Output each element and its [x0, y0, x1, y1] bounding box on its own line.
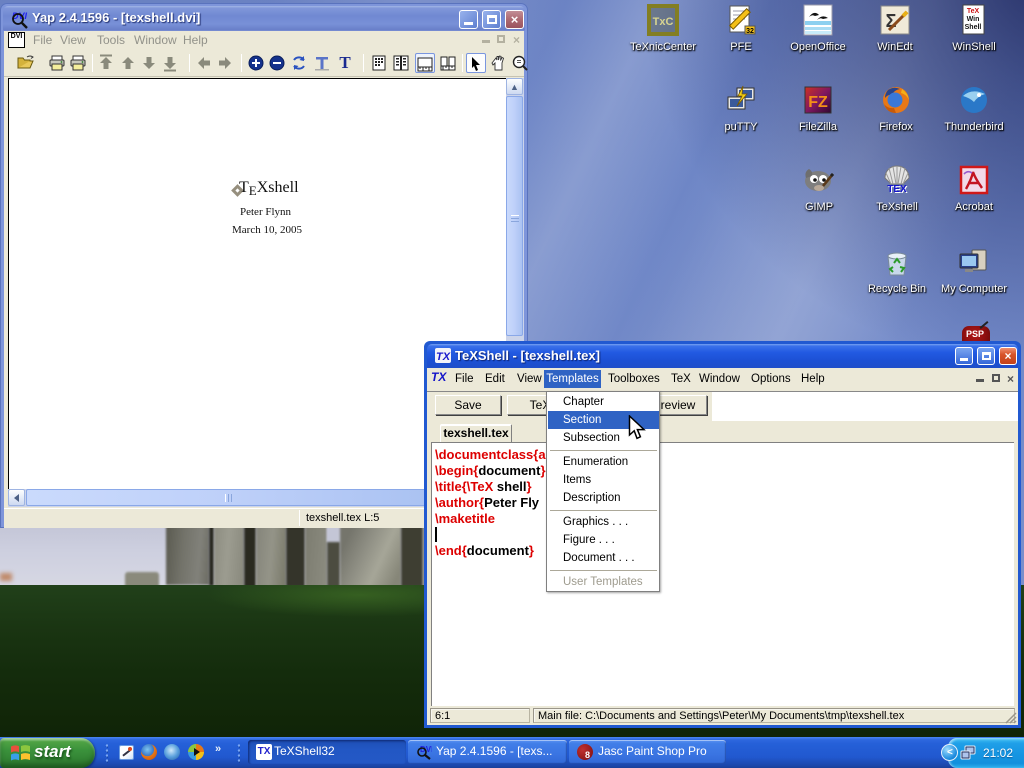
- svg-text:Win: Win: [967, 16, 980, 23]
- svg-text:Shell: Shell: [965, 24, 982, 31]
- svg-text:TEX: TEX: [887, 184, 907, 195]
- svg-text:TeX: TeX: [967, 8, 980, 15]
- svg-text:TxC: TxC: [653, 16, 674, 28]
- svg-text:TX: TX: [436, 351, 451, 363]
- svg-text:FZ: FZ: [808, 94, 828, 111]
- svg-text:32: 32: [746, 28, 754, 35]
